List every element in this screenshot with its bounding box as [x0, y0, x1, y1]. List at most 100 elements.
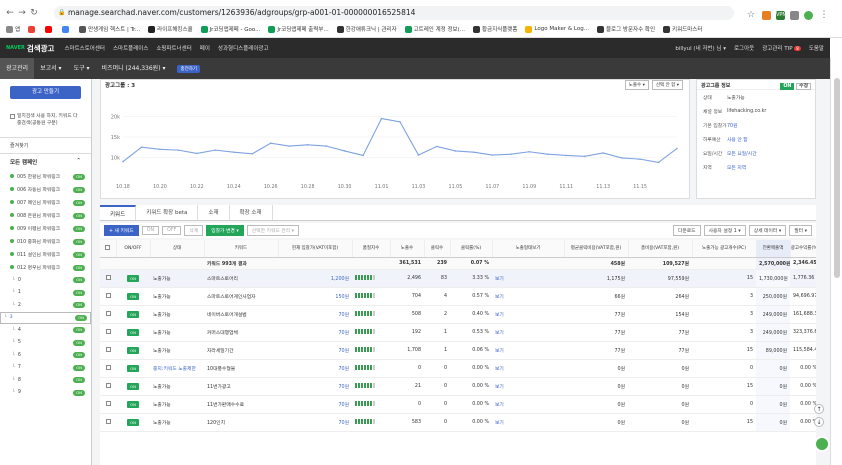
- on-pill[interactable]: ON: [73, 389, 85, 396]
- column-header[interactable]: 광고수익률(%): [790, 240, 816, 258]
- bid-cell[interactable]: 70원: [278, 413, 352, 432]
- keyword-manage-select[interactable]: 선택한 키워드 관리 ▾: [246, 225, 300, 236]
- column-header[interactable]: 전환매출액: [756, 240, 791, 258]
- bookmark-item[interactable]: [45, 25, 54, 33]
- bid-link[interactable]: 70원: [338, 385, 349, 390]
- filter-select[interactable]: 필터 ▾: [789, 225, 812, 236]
- view-link[interactable]: 보기: [495, 277, 504, 282]
- adgroup-item[interactable]: └ 2 ON: [0, 299, 91, 312]
- top-menu-item[interactable]: 페이: [200, 44, 210, 52]
- new-ad-button[interactable]: 광고 만들기: [10, 86, 81, 99]
- view-link[interactable]: 보기: [495, 331, 504, 336]
- campaign-item[interactable]: 005 한왈님 파워링크 ON: [0, 170, 91, 183]
- bid-link[interactable]: 70원: [338, 313, 349, 318]
- bid-link[interactable]: 70원: [338, 367, 349, 372]
- view-cell[interactable]: 보기: [492, 359, 564, 378]
- select-all-cell[interactable]: [100, 240, 117, 258]
- column-header[interactable]: 노출수: [390, 240, 425, 258]
- top-menu-item[interactable]: 스마트플레이스: [113, 44, 148, 52]
- campaign-item[interactable]: 011 설인님 파워링크 ON: [0, 248, 91, 261]
- on-toggle[interactable]: ON: [127, 310, 139, 318]
- adgroup-item[interactable]: └ 4 ON: [0, 324, 91, 337]
- keyword-cell[interactable]: 11번가판매수수료: [204, 395, 278, 414]
- column-header[interactable]: 총비용(VAT포함,원): [628, 240, 693, 258]
- info-value[interactable]: 모든 요일/시간: [727, 150, 757, 157]
- row-checkbox[interactable]: [105, 365, 111, 370]
- row-select-cell[interactable]: [100, 377, 116, 396]
- bid-change-button[interactable]: 입찰가 변경 ▾: [206, 225, 244, 236]
- info-value[interactable]: 70원: [727, 122, 738, 129]
- tab-tools[interactable]: 도구 ▾: [68, 58, 96, 79]
- bid-cell[interactable]: 70원: [278, 341, 352, 360]
- tab-reports[interactable]: 보고서 ▾: [34, 58, 67, 79]
- on-pill[interactable]: ON: [73, 225, 85, 232]
- view-cell[interactable]: 보기: [492, 323, 564, 342]
- on-pill[interactable]: ON: [75, 314, 87, 321]
- onoff-cell[interactable]: ON: [116, 377, 150, 396]
- logo[interactable]: NAVER 검색광고: [0, 43, 54, 54]
- adgroup-item[interactable]: └ 3 ON: [0, 311, 91, 324]
- on-pill[interactable]: ON: [73, 173, 85, 180]
- puzzle-icon[interactable]: [790, 10, 799, 20]
- view-cell[interactable]: 보기: [492, 341, 564, 360]
- view-cell[interactable]: 보기: [492, 287, 564, 306]
- on-toggle[interactable]: ON: [127, 274, 139, 282]
- table-row[interactable]: ON 노출가능 11번가광고 70원 21 0 0.00 % 보기 0원 0원 15 0원 0.00 %: [100, 377, 816, 396]
- campaign-item[interactable]: 007 메인님 파워링크 ON: [0, 196, 91, 209]
- on-pill[interactable]: ON: [73, 264, 85, 271]
- adgroup-item[interactable]: └ 7 ON: [0, 362, 91, 375]
- top-menu-item[interactable]: 쇼핑파트너센터: [156, 44, 191, 52]
- view-cell[interactable]: 보기: [492, 377, 564, 396]
- bid-link[interactable]: 150원: [335, 295, 349, 300]
- select-all-checkbox[interactable]: [105, 245, 111, 251]
- bizmoney-menu[interactable]: 비즈머니 (244,336원) ▾: [96, 58, 172, 79]
- bid-cell[interactable]: 1,200원: [278, 269, 352, 288]
- on-toggle[interactable]: ON: [127, 418, 139, 426]
- onoff-cell[interactable]: ON: [116, 395, 150, 414]
- keyword-cell[interactable]: 자라세일기간: [204, 341, 278, 360]
- view-cell[interactable]: 보기: [492, 305, 564, 324]
- bookmark-item[interactable]: 한강애튜크닉 | 관리자: [336, 25, 397, 33]
- campaign-item[interactable]: 010 중화님 파워링크 ON: [0, 235, 91, 248]
- tip-link[interactable]: 광고관리 TIP 8: [762, 44, 801, 52]
- row-select-cell[interactable]: [100, 269, 116, 288]
- row-checkbox[interactable]: [105, 347, 111, 352]
- onoff-cell[interactable]: ON: [116, 323, 150, 342]
- menu-icon[interactable]: ⋮: [818, 10, 830, 20]
- view-cell[interactable]: 보기: [492, 269, 564, 288]
- adgroup-item[interactable]: └ 5 ON: [0, 337, 91, 350]
- row-select-cell[interactable]: [100, 395, 116, 414]
- vpn-extension-icon[interactable]: VPN: [776, 10, 786, 20]
- view-link[interactable]: 보기: [495, 367, 504, 372]
- off-button[interactable]: OFF: [162, 226, 182, 235]
- bid-link[interactable]: 70원: [338, 421, 349, 426]
- bid-cell[interactable]: 70원: [278, 359, 352, 378]
- on-pill[interactable]: ON: [73, 251, 85, 258]
- bid-link[interactable]: 1,200원: [331, 277, 349, 282]
- row-checkbox[interactable]: [105, 329, 111, 334]
- page-scrollbar[interactable]: [830, 58, 842, 465]
- column-header[interactable]: 클릭수: [424, 240, 451, 258]
- on-button[interactable]: ON: [141, 226, 160, 235]
- row-select-cell[interactable]: [100, 305, 116, 324]
- keyword-cell[interactable]: 120인치: [204, 413, 278, 432]
- row-checkbox[interactable]: [105, 293, 111, 298]
- on-pill[interactable]: ON: [73, 339, 85, 346]
- on-pill[interactable]: ON: [73, 186, 85, 193]
- row-select-cell[interactable]: [100, 341, 116, 360]
- tab-3[interactable]: 확장 소재: [230, 205, 273, 220]
- forward-icon[interactable]: →: [16, 8, 28, 18]
- bookmark-item[interactable]: 블로그 방문자수 확인: [596, 25, 655, 33]
- bookmark-item[interactable]: Jr코딩앱제페 출력부...: [268, 25, 329, 33]
- scroll-down-icon[interactable]: ↓: [814, 417, 824, 427]
- table-row[interactable]: ON 노출가능 커머스대행업체 70원 192 1 0.53 % 보기 77원 77원 3 249,0…: [100, 323, 816, 342]
- add-keyword-button[interactable]: + 새 키워드: [104, 225, 139, 236]
- back-icon[interactable]: ←: [4, 8, 16, 18]
- on-pill[interactable]: ON: [73, 212, 85, 219]
- table-row[interactable]: ON 중지:키워드 노출제한 10대풍수형물 70원 0 0 0.00 % 보기 0원 0원 0 0원…: [100, 359, 816, 378]
- row-checkbox[interactable]: [105, 401, 111, 406]
- onoff-cell[interactable]: ON: [116, 359, 150, 378]
- bookmark-item[interactable]: Logo Maker & Log...: [525, 25, 589, 33]
- profile-icon[interactable]: [804, 10, 813, 20]
- bookmark-item[interactable]: 고트레인 계정 정보(...: [404, 25, 465, 33]
